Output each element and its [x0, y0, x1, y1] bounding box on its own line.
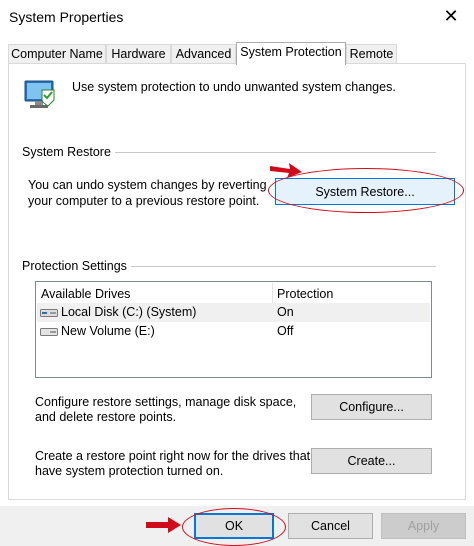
tab-advanced[interactable]: Advanced [171, 44, 236, 64]
close-button[interactable]: ✕ [428, 0, 474, 32]
tab-remote[interactable]: Remote [346, 44, 397, 64]
drive-icon [40, 328, 58, 336]
system-restore-group-label: System Restore [22, 144, 115, 161]
intro-text: Use system protection to undo unwanted s… [72, 80, 396, 94]
drive-name: Local Disk (C:) (System) [61, 305, 197, 319]
system-restore-description-line1: You can undo system changes by reverting [28, 178, 267, 192]
column-header-protection[interactable]: Protection [277, 285, 333, 305]
create-button[interactable]: Create... [311, 448, 432, 474]
drives-table[interactable]: Available Drives Protection Local Disk (… [35, 281, 432, 378]
create-description-line2: have system protection turned on. [35, 464, 224, 478]
title-bar: System Properties ✕ [0, 0, 474, 36]
system-restore-button[interactable]: System Restore... [275, 178, 455, 205]
protection-settings-group-label: Protection Settings [22, 258, 131, 275]
tab-system-protection[interactable]: System Protection [236, 42, 346, 65]
configure-description-line2: and delete restore points. [35, 410, 177, 424]
table-row[interactable]: New Volume (E:) Off [37, 322, 430, 341]
tab-hardware[interactable]: Hardware [106, 44, 171, 64]
table-row[interactable]: Local Disk (C:) (System) On [37, 303, 430, 322]
drive-protection-status: Off [277, 324, 294, 338]
system-protection-icon [24, 80, 55, 108]
column-header-available-drives[interactable]: Available Drives [41, 285, 130, 305]
tab-computer-name[interactable]: Computer Name [8, 44, 106, 64]
drive-protection-status: On [277, 305, 294, 319]
column-separator [272, 283, 273, 303]
system-drive-icon [40, 309, 58, 317]
configure-button[interactable]: Configure... [311, 394, 432, 420]
ok-button[interactable]: OK [194, 513, 274, 539]
drive-name: New Volume (E:) [61, 324, 155, 338]
window-title: System Properties [9, 9, 124, 25]
apply-button: Apply [381, 513, 466, 539]
cancel-button[interactable]: Cancel [288, 513, 373, 539]
close-icon: ✕ [443, 5, 459, 26]
system-restore-description-line2: your computer to a previous restore poin… [28, 194, 260, 208]
